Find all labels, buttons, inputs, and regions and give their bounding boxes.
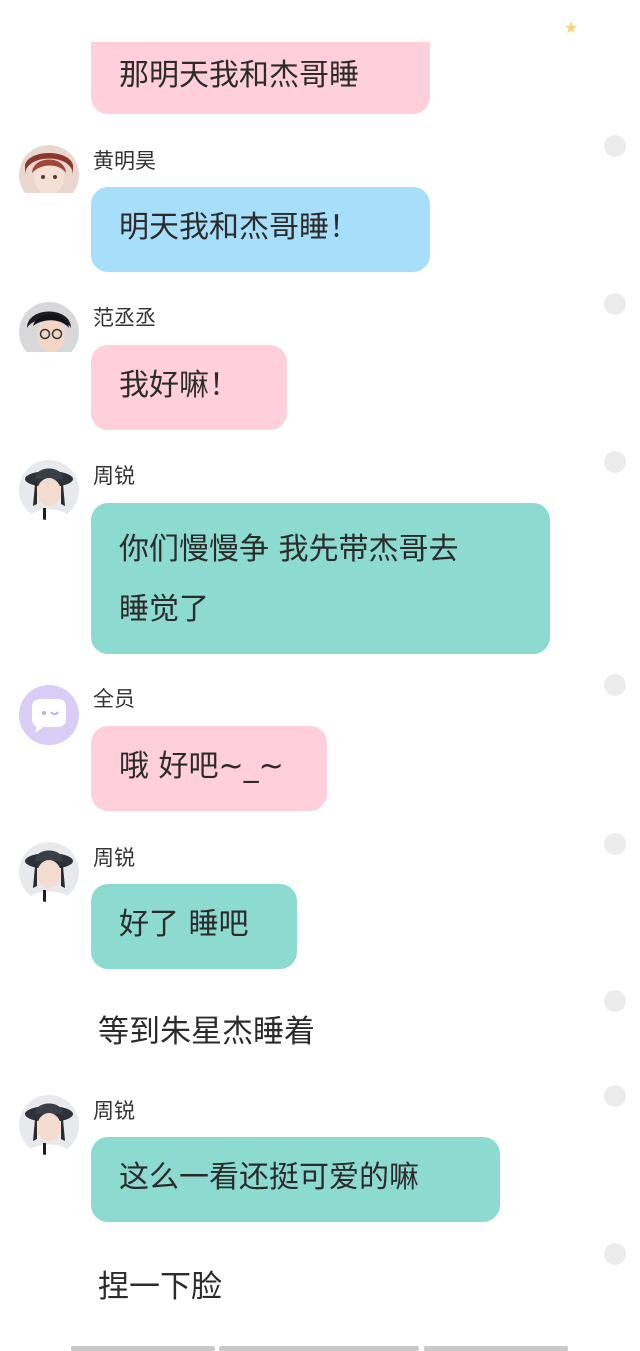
girl-hat-avatar-icon <box>19 1095 79 1155</box>
message-text-line: 你们慢慢争 我先带杰哥去 <box>119 532 459 567</box>
message-bubble: 好了 睡吧 <box>91 884 297 969</box>
message-bubble: 你们慢慢争 我先带杰哥去 睡觉了 <box>91 503 550 654</box>
sender-name: 周锐 <box>93 464 135 488</box>
avatar[interactable] <box>19 460 79 520</box>
avatar[interactable] <box>19 1095 79 1155</box>
status-dot <box>604 1085 626 1107</box>
message-text: 那明天我和杰哥睡 <box>119 58 359 93</box>
boy-glasses-avatar-icon <box>19 302 79 362</box>
sender-name: 周锐 <box>93 846 135 870</box>
status-dot <box>604 674 626 696</box>
message-text-line: 睡觉了 <box>119 592 209 627</box>
girl-hat-avatar-icon <box>19 842 79 902</box>
message-text: 这么一看还挺可爱的嘛 <box>119 1160 419 1195</box>
narration-text: 捏一下脸 <box>98 1269 222 1305</box>
bottom-divider <box>219 1346 419 1351</box>
message-text: 我好嘛！ <box>119 368 239 403</box>
avatar[interactable] <box>19 145 79 205</box>
bottom-divider <box>424 1346 568 1351</box>
chat-bubble-avatar-icon <box>19 685 79 745</box>
boy-portrait-avatar-icon <box>19 145 79 205</box>
message-bubble: 哦 好吧~_~ <box>91 726 327 811</box>
status-dot <box>604 833 626 855</box>
narration-text: 等到朱星杰睡着 <box>98 1014 315 1050</box>
avatar[interactable] <box>19 842 79 902</box>
status-dot <box>604 135 626 157</box>
message-bubble: 这么一看还挺可爱的嘛 <box>91 1137 500 1222</box>
sender-name: 周锐 <box>93 1099 135 1123</box>
sender-name: 范丞丞 <box>93 306 156 330</box>
message-text: 明天我和杰哥睡！ <box>119 210 359 245</box>
message-bubble: 明天我和杰哥睡！ <box>91 187 430 272</box>
status-dot <box>604 293 626 315</box>
status-dot <box>604 990 626 1012</box>
star-icon: ★ <box>564 18 579 37</box>
message-text: 哦 好吧~_~ <box>119 749 284 784</box>
bottom-divider <box>71 1346 215 1351</box>
girl-hat-avatar-icon <box>19 460 79 520</box>
message-bubble: 那明天我和杰哥睡 <box>91 42 430 114</box>
avatar[interactable] <box>19 685 79 745</box>
status-dot <box>604 1243 626 1265</box>
avatar[interactable] <box>19 302 79 362</box>
message-text: 好了 睡吧 <box>119 907 249 942</box>
message-bubble: 我好嘛！ <box>91 345 287 430</box>
sender-name: 全员 <box>93 687 135 711</box>
status-dot <box>604 451 626 473</box>
sender-name: 黄明昊 <box>93 149 156 173</box>
